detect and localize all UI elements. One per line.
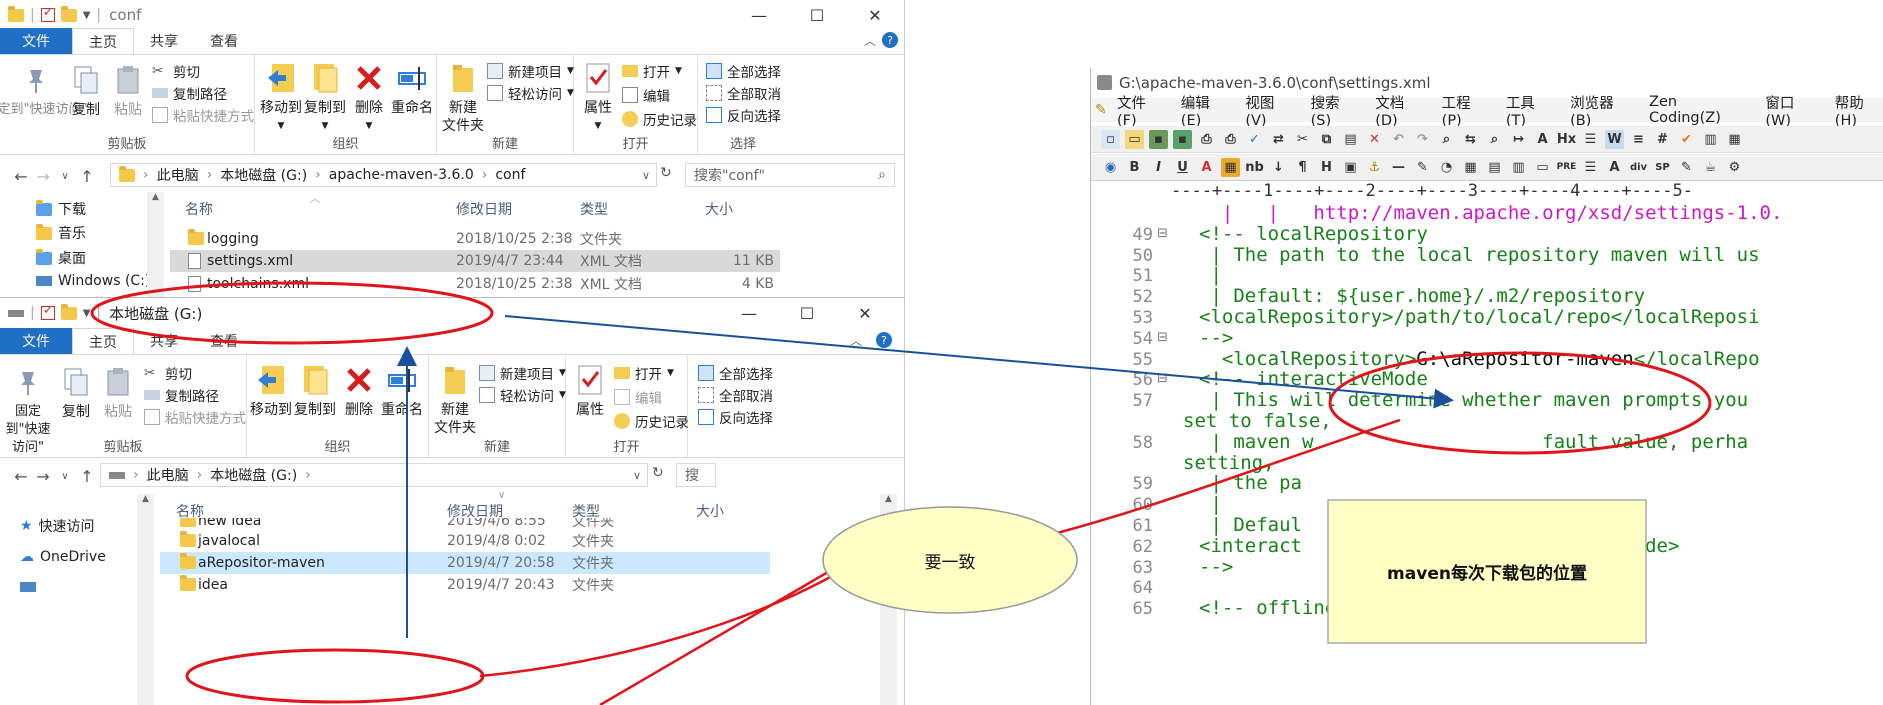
note-maven-location-text: maven每次下载包的位置 bbox=[1387, 564, 1587, 584]
highlight-arepositor-maven-folder bbox=[185, 648, 485, 704]
blue-arrow-settings-to-editor bbox=[504, 315, 1454, 409]
highlight-local-repository-value bbox=[1328, 351, 1712, 455]
callout-consistent-text: 要一致 bbox=[924, 552, 976, 573]
highlight-settings-xml bbox=[90, 281, 494, 345]
